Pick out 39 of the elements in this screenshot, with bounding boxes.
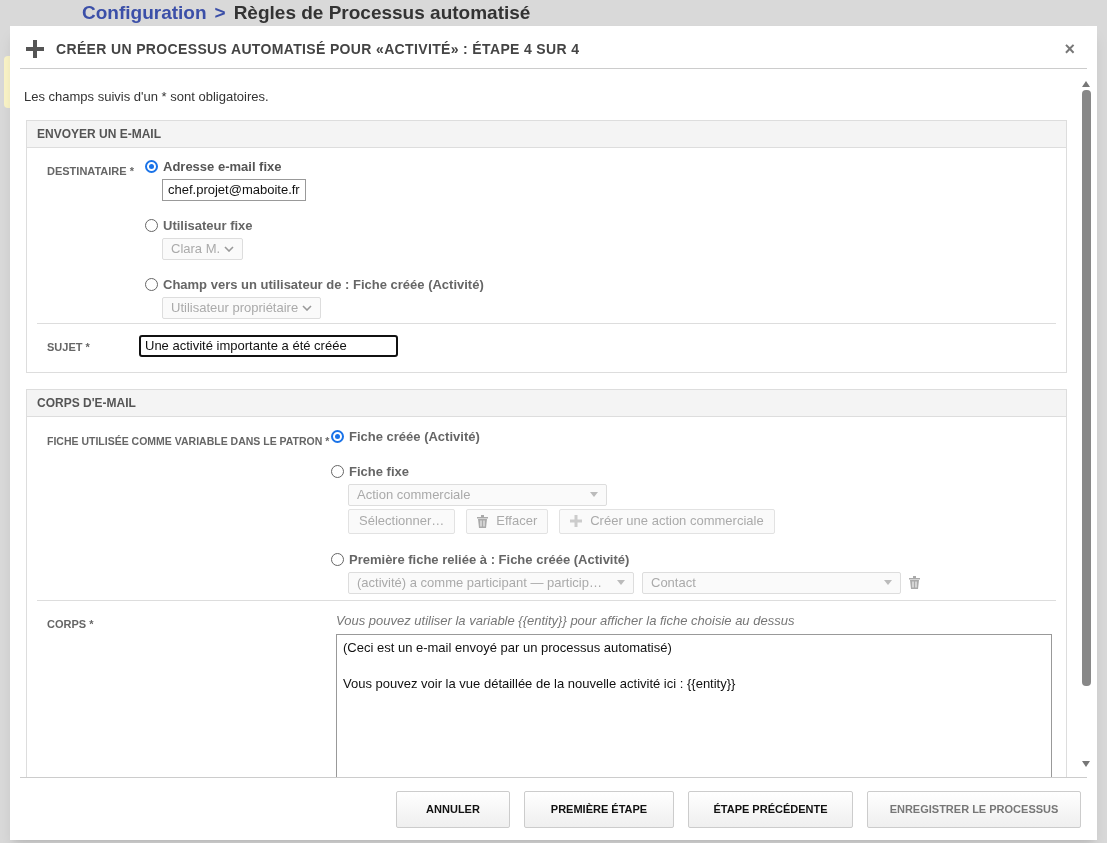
caret-down-icon bbox=[617, 580, 625, 585]
footer-button[interactable]: PREMIÈRE ÉTAPE bbox=[524, 790, 674, 828]
scrollbar-thumb[interactable] bbox=[1081, 90, 1091, 686]
scroll-up-icon[interactable] bbox=[1082, 81, 1090, 87]
radio-label[interactable]: Utilisateur fixe bbox=[163, 215, 253, 236]
plus-icon bbox=[26, 40, 44, 58]
caret-down-icon bbox=[590, 492, 598, 497]
radio-button[interactable] bbox=[331, 430, 344, 443]
field-label: DESTINATAIRE * bbox=[47, 164, 134, 177]
section-heading: CORPS D'E-MAIL bbox=[27, 389, 1066, 417]
breadcrumb-separator: > bbox=[214, 3, 226, 22]
chevron-down-icon bbox=[224, 245, 235, 252]
radio-label[interactable]: Première fiche reliée à : Fiche créée (Activité) bbox=[349, 549, 630, 570]
field-label: FICHE UTILISÉE COMME VARIABLE DANS LE PATRON * bbox=[47, 434, 330, 447]
body-text-area[interactable]: (Ceci est un e-mail envoyé par un processus automatisé) Vous pouvez voir la vue détaillée de la nouvelle activité ici : {{entity}} bbox=[336, 634, 1052, 777]
chevron-down-icon bbox=[302, 304, 313, 311]
plus-icon bbox=[570, 515, 583, 527]
scroll-down-icon[interactable] bbox=[1082, 761, 1090, 767]
trash-icon bbox=[909, 576, 920, 589]
section-heading: ENVOYER UN E-MAIL bbox=[27, 120, 1066, 148]
hint-text: Vous pouvez utiliser la variable {{entity}} pour afficher la fiche choisie au dessus bbox=[336, 611, 796, 630]
caret-down-icon bbox=[884, 580, 892, 585]
page-title: Règles de Processus automatisé bbox=[233, 3, 531, 22]
subject-field[interactable]: Une activité importante a été créée bbox=[139, 334, 398, 357]
radio-button[interactable] bbox=[145, 160, 158, 173]
radio-label[interactable]: Fiche fixe bbox=[349, 461, 409, 482]
field-label: SUJET * bbox=[47, 340, 90, 353]
radio-label[interactable]: Fiche créée (Activité) bbox=[349, 426, 480, 447]
footer-button[interactable]: ANNULER bbox=[396, 790, 510, 828]
required-note: Les champs suivis d'un * sont obligatoires. bbox=[24, 88, 270, 106]
dialog-title: CRÉER UN PROCESSUS AUTOMATISÉ POUR «ACTIVITÉ» : ÉTAPE 4 SUR 4 bbox=[56, 39, 581, 59]
email-field[interactable]: chef.projet@maboite.fr bbox=[162, 178, 306, 201]
trash-icon bbox=[477, 514, 489, 528]
field-label: CORPS * bbox=[47, 617, 94, 630]
radio-label[interactable]: Champ vers un utilisateur de : Fiche créée (Activité) bbox=[163, 274, 484, 295]
footer-button[interactable]: ÉTAPE PRÉCÉDENTE bbox=[688, 790, 853, 828]
close-button[interactable]: × bbox=[1064, 40, 1075, 58]
radio-label[interactable]: Adresse e-mail fixe bbox=[163, 156, 282, 177]
breadcrumb-link[interactable]: Configuration bbox=[82, 3, 207, 22]
